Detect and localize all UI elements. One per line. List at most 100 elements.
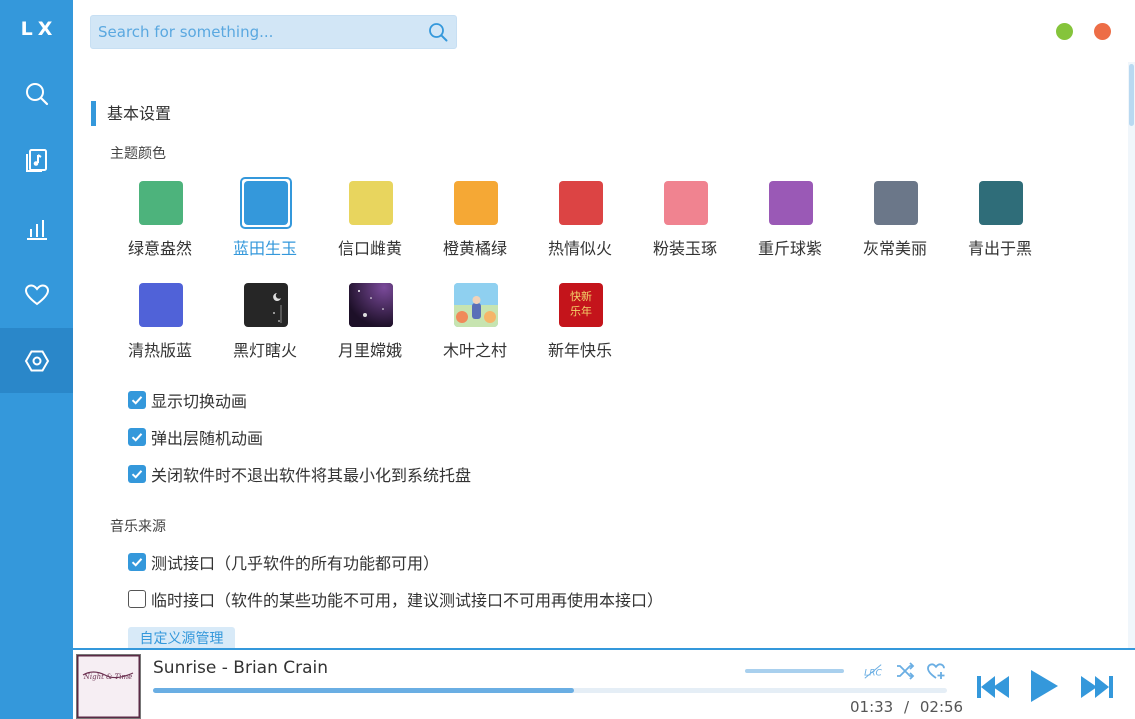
new-year-image-text: 快新乐年 [570,290,592,318]
option-label: 关闭软件时不退出软件将其最小化到系统托盘 [151,466,472,485]
moon-scene-image [349,283,393,327]
play-icon[interactable] [1029,669,1059,703]
theme-label: 新年快乐 [548,341,613,360]
next-track-icon[interactable] [1078,673,1114,701]
close-button[interactable] [1094,23,1111,40]
option-minimize-to-tray[interactable]: 关闭软件时不退出软件将其最小化到系统托盘 [128,463,471,485]
sidebar-item-favorites[interactable] [0,262,73,327]
checkbox-checked[interactable] [128,391,146,409]
check-icon [131,396,143,405]
theme-swatch [769,181,813,225]
check-icon [131,558,143,567]
theme-swatch [139,181,183,225]
checkbox-unchecked[interactable] [128,590,146,608]
theme-swatch [454,181,498,225]
theme-option[interactable]: 月里嫦娥 [315,279,420,369]
source-test-api[interactable]: 测试接口（几乎软件的所有功能都可用） [128,551,439,573]
minimize-button[interactable] [1056,23,1073,40]
theme-label: 绿意盎然 [128,239,193,258]
theme-swatch [979,181,1023,225]
source-label: 测试接口（几乎软件的所有功能都可用） [151,554,440,573]
heart-icon [24,283,49,305]
sidebar-item-leaderboard[interactable] [0,196,73,261]
theme-swatch [244,283,288,327]
theme-option[interactable]: 热情似火 [525,177,630,267]
sidebar-item-search[interactable] [0,61,73,126]
theme-swatch [349,283,393,327]
lyric-toggle-icon[interactable]: LRC [863,661,883,681]
theme-label: 热情似火 [548,239,613,258]
source-temp-api[interactable]: 临时接口（软件的某些功能不可用，建议测试接口不可用再使用本接口） [128,588,663,610]
theme-swatch: 快新乐年 [559,283,603,327]
music-source-title: 音乐来源 [110,519,166,535]
option-popup-random-animation[interactable]: 弹出层随机动画 [128,426,263,448]
theme-option[interactable]: 重斤球紫 [735,177,840,267]
theme-label: 蓝田生玉 [233,239,298,258]
theme-label: 黑灯瞎火 [233,341,298,360]
checkbox-checked[interactable] [128,465,146,483]
search-input[interactable] [91,16,421,48]
theme-label: 粉装玉琢 [653,239,718,258]
section-title: 基本设置 [91,101,171,126]
theme-option[interactable]: 橙黄橘绿 [420,177,525,267]
theme-option[interactable]: 信口雌黄 [315,177,420,267]
total-time: 02:56 [919,698,964,716]
theme-option[interactable]: 黑灯瞎火 [210,279,315,369]
theme-swatch [244,181,288,225]
search-box [90,15,457,49]
album-cover-text: Night & Time [83,673,133,681]
theme-swatch [664,181,708,225]
theme-label: 青出于黑 [968,239,1033,258]
progress-fill [153,688,574,693]
previous-track-icon[interactable] [976,673,1012,701]
app-window: LX 基本设置 主题颜色 绿意盎然 蓝 [0,0,1135,719]
theme-swatch [139,283,183,327]
theme-label: 重斤球紫 [758,239,823,258]
theme-option[interactable]: 快新乐年 新年快乐 [525,279,630,369]
theme-option-selected[interactable]: 蓝田生玉 [210,177,315,267]
checkbox-checked[interactable] [128,428,146,446]
volume-slider[interactable] [745,669,844,673]
app-logo: LX [20,18,58,40]
player-bar: Night & Time Sunrise - Brian Crain LRC 0… [73,648,1135,719]
search-icon [25,82,48,105]
add-to-list-icon[interactable] [926,661,946,681]
theme-swatch [559,181,603,225]
track-title: Sunrise - Brian Crain [153,658,329,678]
theme-label: 清热版蓝 [128,341,193,360]
night-scene-image [273,293,282,323]
sidebar: LX [0,0,73,719]
scrollbar-track[interactable] [1128,62,1135,648]
check-icon [131,470,143,479]
checkbox-checked[interactable] [128,553,146,571]
theme-color-title: 主题颜色 [110,146,166,162]
theme-option[interactable]: 清热版蓝 [105,279,210,369]
theme-option[interactable]: 灰常美丽 [840,177,945,267]
search-icon[interactable] [428,22,448,42]
time-separator: / [904,698,910,716]
option-show-switch-animation[interactable]: 显示切换动画 [128,389,247,411]
theme-label: 灰常美丽 [863,239,928,258]
option-label: 显示切换动画 [151,392,248,411]
village-scene-image [454,283,498,327]
scrollbar-thumb[interactable] [1129,64,1134,126]
source-label: 临时接口（软件的某些功能不可用，建议测试接口不可用再使用本接口） [151,591,664,610]
progress-bar[interactable] [153,688,947,693]
theme-option[interactable]: 绿意盎然 [105,177,210,267]
current-time: 01:33 [850,698,894,716]
theme-swatch [349,181,393,225]
custom-source-manage-button[interactable]: 自定义源管理 [128,627,235,648]
sidebar-item-settings[interactable] [0,328,73,393]
theme-label: 木叶之村 [443,341,508,360]
theme-label: 月里嫦娥 [338,341,403,360]
theme-swatch [874,181,918,225]
settings-icon [24,350,49,371]
album-cover-image: Night & Time [77,655,140,718]
theme-option[interactable]: 粉装玉琢 [630,177,735,267]
shuffle-icon[interactable] [895,661,915,681]
music-list-icon [25,148,47,172]
album-cover[interactable]: Night & Time [76,654,141,719]
sidebar-item-song-list[interactable] [0,127,73,192]
theme-option[interactable]: 青出于黑 [945,177,1050,267]
theme-option[interactable]: 木叶之村 [420,279,525,369]
